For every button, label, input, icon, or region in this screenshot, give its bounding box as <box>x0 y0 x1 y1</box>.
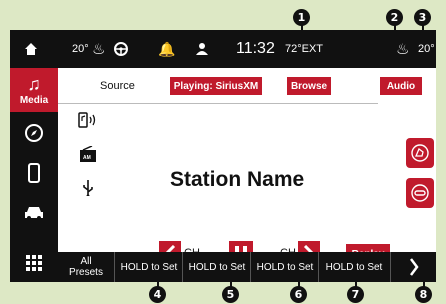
callout-number: 2 <box>390 11 399 24</box>
preset-slot-label: HOLD to Set <box>120 261 178 273</box>
callout-marker-1: 1 <box>293 9 310 26</box>
apps-grid-icon <box>26 255 42 271</box>
source-label[interactable]: Source <box>100 80 135 92</box>
clock-time: 11:32 <box>236 40 275 57</box>
user-icon <box>196 43 208 55</box>
link-icon <box>411 184 429 202</box>
callout-marker-4: 4 <box>149 286 166 303</box>
chevron-right-icon <box>410 258 419 276</box>
profile-button[interactable] <box>195 30 209 68</box>
playing-source-button[interactable]: Playing: SiriusXM <box>170 77 262 95</box>
usb-source-button[interactable] <box>82 180 94 201</box>
preset-slot-label: HOLD to Set <box>188 261 246 273</box>
steering-wheel-icon <box>114 42 128 56</box>
callout-marker-2: 2 <box>386 9 403 26</box>
outside-temp-value: 72°EXT <box>285 43 324 55</box>
callout-number: 6 <box>294 288 303 301</box>
am-radio-source-button[interactable]: AM <box>80 145 96 167</box>
preset-slot-4[interactable]: HOLD to Set <box>318 252 389 282</box>
preset-slot-2[interactable]: HOLD to Set <box>182 252 251 282</box>
sidebar-item-media[interactable]: ♫ Media <box>10 68 58 112</box>
bluetooth-audio-source-button[interactable] <box>78 112 100 133</box>
usb-icon <box>83 180 93 198</box>
sidebar-item-navigation[interactable] <box>10 118 58 148</box>
preset-slot-1[interactable]: HOLD to Set <box>114 252 183 282</box>
all-presets-line2: Presets <box>69 267 103 278</box>
phone-audio-icon <box>78 112 96 128</box>
heated-wheel-button[interactable] <box>113 30 129 68</box>
home-button[interactable] <box>24 30 38 68</box>
sidebar-item-label: Media <box>19 95 49 106</box>
phone-icon <box>28 163 40 183</box>
sidebar-item-apps[interactable] <box>10 248 58 278</box>
callout-marker-8: 8 <box>415 286 432 303</box>
callout-number: 3 <box>418 11 427 24</box>
notifications-button[interactable]: 🔔 <box>158 30 175 68</box>
browse-button[interactable]: Browse <box>287 77 331 95</box>
preset-slot-label: HOLD to Set <box>325 261 383 273</box>
audio-button[interactable]: Audio <box>380 77 422 95</box>
link-button[interactable] <box>406 178 434 208</box>
status-bar: 20° ♨ 🔔 11:32 72°EXT ♨ 20° <box>10 30 436 68</box>
sidebar-item-phone[interactable] <box>10 158 58 188</box>
heated-seat-left-button[interactable]: ♨ <box>92 30 105 68</box>
heated-seat-icon: ♨ <box>396 41 410 58</box>
callout-number: 7 <box>351 288 360 301</box>
callout-marker-7: 7 <box>347 286 364 303</box>
preset-slot-3[interactable]: HOLD to Set <box>250 252 319 282</box>
favorite-button[interactable] <box>406 138 434 168</box>
callout-number: 4 <box>153 288 162 301</box>
passenger-temp[interactable]: 20° <box>418 30 435 68</box>
bell-icon: 🔔 <box>158 40 176 57</box>
heated-seat-right-button[interactable]: ♨ <box>396 30 409 68</box>
sidebar: ♫ Media <box>10 68 58 282</box>
header-divider <box>58 103 378 104</box>
browse-label: Browse <box>290 80 328 92</box>
outside-temp: 72°EXT <box>285 30 323 68</box>
callout-number: 8 <box>419 288 428 301</box>
home-icon <box>25 43 37 55</box>
tag-icon <box>411 144 429 162</box>
playing-source-label: Playing: SiriusXM <box>173 80 259 92</box>
driver-temp-value: 20° <box>72 43 89 55</box>
callout-marker-6: 6 <box>290 286 307 303</box>
radio-screen: 20° ♨ 🔔 11:32 72°EXT ♨ 20° ♫ Media Sourc… <box>10 30 436 282</box>
all-presets-button[interactable]: All Presets <box>58 252 114 282</box>
passenger-temp-value: 20° <box>418 43 435 55</box>
music-note-icon: ♫ <box>27 74 41 94</box>
media-panel: Source Playing: SiriusXM Browse Audio AM… <box>58 68 436 265</box>
callout-number: 1 <box>297 11 306 24</box>
callout-marker-3: 3 <box>414 9 431 26</box>
clock: 11:32 <box>236 30 275 68</box>
preset-slot-label: HOLD to Set <box>256 261 314 273</box>
all-presets-line1: All <box>80 256 92 267</box>
presets-next-button[interactable] <box>390 252 436 282</box>
callout-number: 5 <box>226 288 235 301</box>
sidebar-item-vehicle[interactable] <box>10 198 58 228</box>
compass-icon <box>25 124 43 142</box>
car-icon <box>25 207 43 220</box>
station-name: Station Name <box>170 168 305 191</box>
audio-label: Audio <box>386 80 416 92</box>
radio-am-label: AM <box>83 155 91 161</box>
presets-bar: All Presets HOLD to Set HOLD to Set HOLD… <box>58 252 436 282</box>
callout-marker-5: 5 <box>222 286 239 303</box>
driver-temp[interactable]: 20° <box>72 30 89 68</box>
heated-seat-icon: ♨ <box>92 41 106 58</box>
